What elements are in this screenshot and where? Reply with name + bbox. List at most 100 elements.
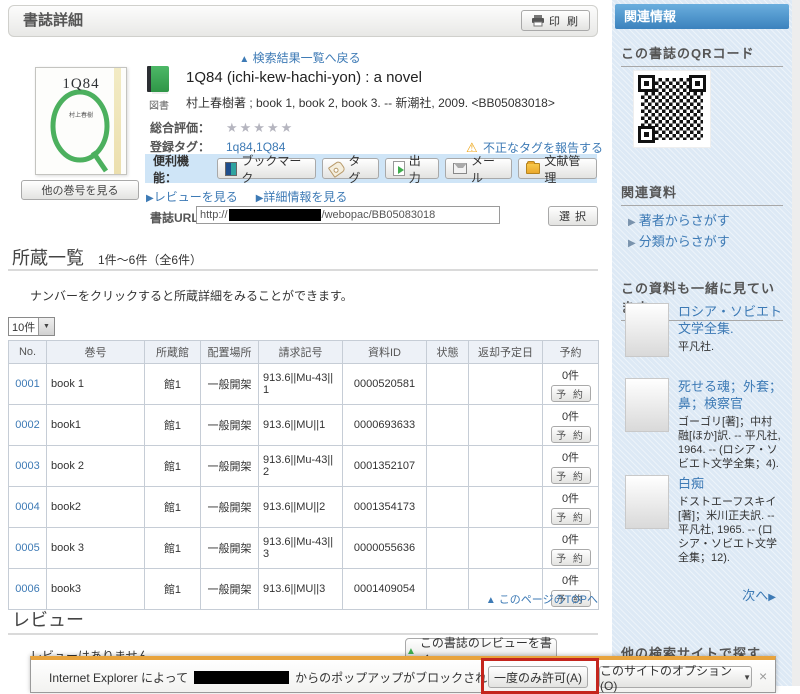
- list-item: 白痴 ドストエーフスキイ[著]；米川正夫訳. -- 平凡社, 1965. -- …: [625, 475, 783, 565]
- see-details-link[interactable]: ▶詳細情報を見る: [256, 188, 348, 205]
- table-row: 0001 book 1 館1 一般開架 913.6||Mu-43||1 0000…: [9, 364, 599, 405]
- folder-icon: [526, 163, 540, 174]
- mail-icon: [453, 163, 467, 174]
- print-button[interactable]: 印 刷: [521, 10, 590, 31]
- item-description: ドストエーフスキイ[著]；米川正夫訳. -- 平凡社, 1965. -- (ロシ…: [678, 495, 783, 565]
- holding-no-link[interactable]: 0003: [15, 460, 39, 472]
- material-type-label: 図書: [143, 97, 175, 112]
- holdings-table: No. 巻号 所蔵館 配置場所 請求記号 資料ID 状態 返却予定日 予約 00…: [8, 340, 599, 610]
- close-icon[interactable]: ×: [759, 668, 767, 684]
- search-by-classification-link[interactable]: ▶分類からさがす: [628, 231, 730, 250]
- redaction-box: [194, 671, 289, 684]
- page-title-bar: 書誌詳細 印 刷: [8, 5, 598, 37]
- book-byline: 村上春樹著 ; book 1, book 2, book 3. -- 新潮社, …: [186, 94, 555, 111]
- table-row: 0004 book2 館1 一般開架 913.6||MU||2 00013541…: [9, 487, 599, 528]
- cover-author: 村上春樹: [36, 110, 126, 119]
- item-description: 平凡社.: [678, 340, 783, 354]
- item-title-link[interactable]: ロシア・ソビエト文学全集.: [678, 303, 783, 337]
- status-cell: [427, 405, 469, 446]
- item-thumbnail: [625, 303, 669, 357]
- book-title: 1Q84 (ichi-kew-hachi-yon) : a novel: [186, 69, 422, 86]
- export-icon: [393, 161, 405, 176]
- item-title-link[interactable]: 白痴: [678, 475, 783, 492]
- annotation-highlight: [481, 658, 599, 694]
- due-date-cell: [469, 364, 543, 405]
- holdings-count: 1件～6件（全6件）: [98, 251, 202, 268]
- divider: [8, 269, 598, 271]
- triangle-right-icon: ▶: [628, 217, 636, 228]
- popup-message: Internet Explorer によって からのポップアップがブロックされま…: [49, 669, 535, 686]
- triangle-right-icon: ▶: [146, 193, 154, 204]
- status-cell: [427, 364, 469, 405]
- due-date-cell: [469, 405, 543, 446]
- reserve-button[interactable]: 予 約: [551, 508, 591, 525]
- table-row: 0003 book 2 館1 一般開架 913.6||Mu-43||2 0001…: [9, 446, 599, 487]
- page-top-link[interactable]: ▲ このページのTOPへ: [8, 591, 598, 607]
- due-date-cell: [469, 446, 543, 487]
- popup-blocked-bar: Internet Explorer によって からのポップアップがブロックされま…: [30, 656, 776, 693]
- see-reviews-link[interactable]: ▶レビューを見る: [146, 188, 238, 205]
- holding-no-link[interactable]: 0004: [15, 501, 39, 513]
- sidebar-header: 関連情報: [615, 4, 789, 29]
- holding-no-link[interactable]: 0005: [15, 542, 39, 554]
- related-materials-title: 関連資料: [621, 182, 783, 206]
- reserve-button[interactable]: 予 約: [551, 426, 591, 443]
- next-page-link[interactable]: 次へ▶: [742, 585, 776, 604]
- reserve-button[interactable]: 予 約: [551, 549, 591, 566]
- output-button[interactable]: 出力: [385, 158, 439, 179]
- item-thumbnail: [625, 475, 669, 529]
- other-volumes-button[interactable]: 他の巻号を見る: [21, 180, 139, 200]
- due-date-cell: [469, 528, 543, 569]
- search-by-author-link[interactable]: ▶著者からさがす: [628, 210, 730, 229]
- due-date-cell: [469, 487, 543, 528]
- reserve-button[interactable]: 予 約: [551, 385, 591, 402]
- triangle-up-icon: ▲: [239, 54, 249, 65]
- item-thumbnail: [625, 378, 669, 432]
- triangle-up-icon: ▲: [486, 595, 496, 606]
- status-cell: [427, 446, 469, 487]
- review-section-header: レビュー: [12, 606, 84, 632]
- reserve-button[interactable]: 予 約: [551, 467, 591, 484]
- item-description: ゴーゴリ[著]；中村融[ほか]訳. -- 平凡社, 1964. -- (ロシア・…: [678, 415, 783, 471]
- triangle-right-icon: ▶: [628, 238, 636, 249]
- holdings-section-header: 所蔵一覧 1件～6件（全6件）: [12, 244, 202, 270]
- tools-label: 便利機能：: [153, 152, 209, 186]
- chevron-down-icon: ▼: [743, 673, 751, 682]
- tools-bar: 便利機能： ブックマーク タグ 出力 メール 文献管理: [145, 154, 597, 183]
- book-material-icon: [147, 66, 171, 94]
- book-sub-links: ▶レビューを見る ▶詳細情報を見る: [146, 188, 347, 205]
- holding-no-link[interactable]: 0002: [15, 419, 39, 431]
- triangle-right-icon: ▶: [768, 592, 776, 603]
- page-background-strip-right: [792, 0, 800, 686]
- tag-button[interactable]: タグ: [322, 158, 378, 179]
- holding-no-link[interactable]: 0001: [15, 378, 39, 390]
- bib-url-row: 書誌URL： http:// /webopac/BB05083018 選 択: [150, 206, 600, 226]
- qr-code-image: [633, 70, 711, 148]
- holdings-hint-text: ナンバーをクリックすると所蔵詳細をみることができます。: [30, 287, 353, 304]
- site-options-button[interactable]: このサイトのオプション(O) ▼: [599, 666, 752, 688]
- printer-icon: [531, 15, 545, 27]
- bookmark-icon: [225, 162, 237, 176]
- table-row: 0002 book1 館1 一般開架 913.6||MU||1 00006936…: [9, 405, 599, 446]
- table-row: 0005 book 3 館1 一般開架 913.6||Mu-43||3 0000…: [9, 528, 599, 569]
- rating-label: 総合評価：: [150, 119, 226, 136]
- list-item: ロシア・ソビエト文学全集. 平凡社.: [625, 303, 783, 357]
- mail-button[interactable]: メール: [445, 158, 512, 179]
- back-to-results-link[interactable]: ▲ 検索結果一覧へ戻る: [0, 49, 600, 66]
- tag-icon: [328, 160, 346, 178]
- bookmark-button[interactable]: ブックマーク: [217, 158, 316, 179]
- book-cover: 1Q84 村上春樹: [35, 67, 127, 175]
- holdings-title: 所蔵一覧: [12, 244, 84, 270]
- select-url-button[interactable]: 選 択: [548, 206, 598, 226]
- rating-row: 総合評価： ★★★★★: [150, 119, 294, 136]
- table-header-row: No. 巻号 所蔵館 配置場所 請求記号 資料ID 状態 返却予定日 予約: [9, 341, 599, 364]
- bib-url-input[interactable]: http:// /webopac/BB05083018: [196, 206, 500, 224]
- item-title-link[interactable]: 死せる魂；外套；鼻；検察官: [678, 378, 783, 412]
- reference-manager-button[interactable]: 文献管理: [518, 158, 597, 179]
- qr-code-title: この書誌のQRコード: [621, 43, 783, 67]
- status-cell: [427, 487, 469, 528]
- chevron-down-icon[interactable]: ▼: [38, 318, 54, 335]
- status-cell: [427, 528, 469, 569]
- rating-stars-icon[interactable]: ★★★★★: [226, 120, 294, 136]
- page-size-select[interactable]: 10件 ▼: [8, 317, 55, 336]
